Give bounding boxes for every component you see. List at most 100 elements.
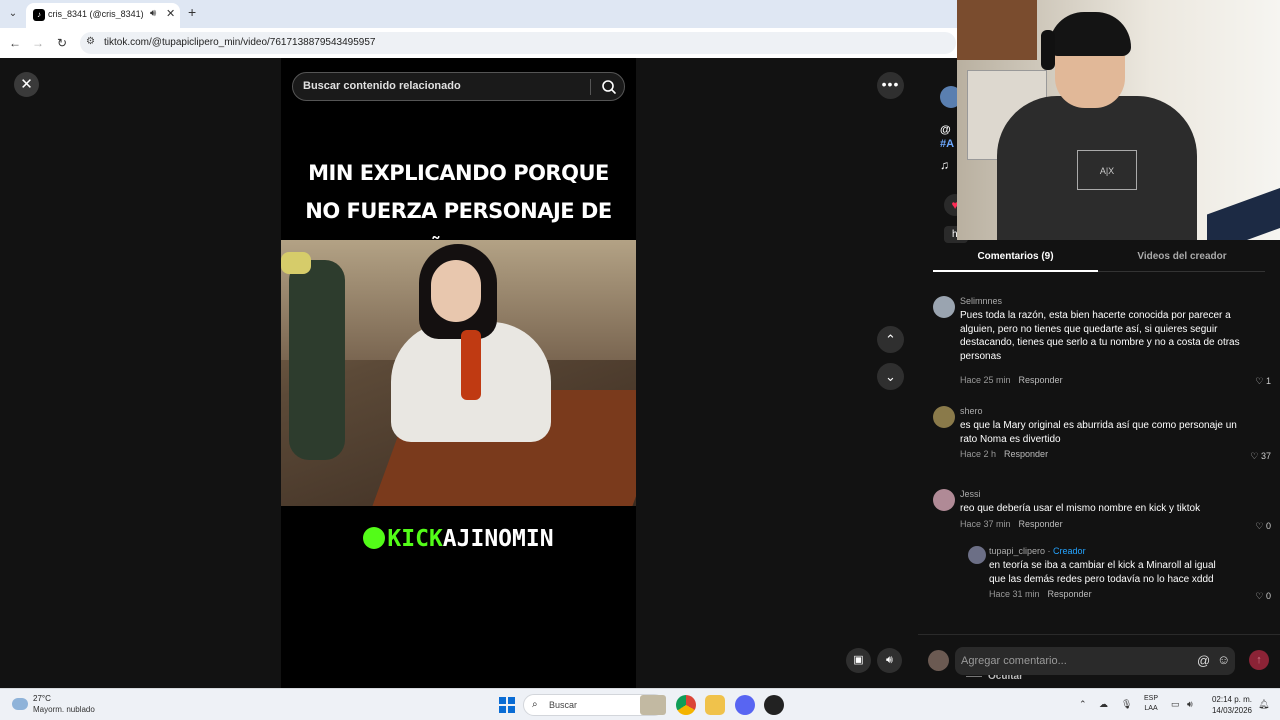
video-player[interactable]: MIN EXPLICANDO PORQUE NO FUERZA PERSONAJ… (281, 58, 636, 688)
avatar[interactable] (933, 296, 955, 318)
avatar[interactable] (933, 489, 955, 511)
reply-text: en teoría se iba a cambiar el kick a Min… (989, 560, 1216, 585)
reply-button[interactable]: Responder (1019, 519, 1063, 529)
new-tab-button[interactable]: + (188, 4, 196, 20)
music-note-icon[interactable]: ♫ (940, 158, 949, 172)
reply-user[interactable]: tupapi_clipero (989, 546, 1045, 556)
like-count: 0 (1265, 591, 1271, 601)
tab-search-icon[interactable]: ⌄ (4, 5, 22, 23)
windows-taskbar: 27°C Mayorm. nublado ⌕ Buscar ⌃ ☁ 🎙︎ ESP… (0, 688, 1280, 720)
search-icon: ⌕ (532, 699, 538, 710)
comment-username[interactable]: shero (960, 406, 983, 416)
emoji-icon[interactable]: ☺ (1217, 652, 1230, 667)
reply-username: tupapi_clipero · Creador (989, 546, 1086, 556)
comment-list: Selimnnes Pues toda la razón, esta bien … (918, 288, 1280, 682)
avatar[interactable] (928, 650, 949, 671)
comment-input[interactable] (955, 647, 1235, 675)
close-tab-icon[interactable]: ✕ (166, 7, 175, 20)
like-count: 1 (1265, 376, 1271, 386)
chevron-down-icon[interactable]: ⌄ (877, 363, 904, 390)
reply-item: tupapi_clipero · Creador en teoría se ib… (962, 546, 1273, 606)
microphone-icon[interactable]: 🎙︎ (1121, 699, 1132, 710)
comment-time: Hace 37 min (960, 519, 1011, 529)
comment-like[interactable]: ♡ 0 (1255, 521, 1271, 532)
search-input[interactable]: Buscar contenido relacionado (303, 80, 461, 92)
floating-player-icon[interactable]: ▣ (846, 648, 871, 673)
heart-icon[interactable]: ♡ (1255, 376, 1263, 386)
reply-button[interactable]: Responder (1048, 589, 1092, 599)
tray-chevron-up-icon[interactable]: ⌃ (1079, 699, 1087, 710)
video-caption-line1: MIN EXPLICANDO PORQUE (308, 161, 609, 185)
creator-badge: Creador (1053, 546, 1086, 556)
discord-icon[interactable] (735, 695, 755, 715)
separator: · (1045, 546, 1054, 556)
screen: ⌄ ♪ cris_8341 (@cris_8341) | TikTok 🔊︎ ✕… (0, 0, 1280, 720)
search-highlight-icon[interactable] (640, 695, 666, 715)
app-icon[interactable] (764, 695, 784, 715)
comment-meta: Hace 25 min Responder (960, 375, 1063, 385)
back-icon[interactable]: ← (6, 34, 24, 52)
like-count: 0 (1265, 521, 1271, 531)
lang-line2: LAA (1144, 705, 1158, 712)
comment-time: Hace 2 h (960, 449, 997, 459)
tab-creator-videos[interactable]: Videos del creador (1099, 244, 1265, 272)
weather-temp[interactable]: 27°C (33, 694, 51, 703)
reply-like[interactable]: ♡ 0 (1255, 591, 1271, 602)
hashtag-link[interactable]: #A (940, 138, 954, 150)
shirt-logo: A|X (1077, 150, 1137, 190)
like-count: 37 (1260, 451, 1271, 461)
comment-meta: Hace 2 h Responder (960, 449, 1048, 459)
video-frame (281, 240, 636, 506)
comment-username[interactable]: Selimnnes (960, 296, 1002, 306)
kick-logo-icon (363, 527, 386, 549)
more-options-icon[interactable]: ••• (877, 72, 904, 99)
kick-watermark: KICKAJINOMIN (281, 526, 636, 552)
address-bar[interactable]: ⚙ tiktok.com/@tupapiclipero_min/video/76… (80, 32, 956, 54)
panel-tabs: Comentarios (9) Videos del creador (933, 244, 1265, 272)
windows-start-icon[interactable] (499, 697, 515, 713)
weather-cloud-icon[interactable] (12, 698, 28, 710)
reply-button[interactable]: Responder (1019, 375, 1063, 385)
comment-username[interactable]: Jessi (960, 489, 981, 499)
taskbar-search-label: Buscar (549, 700, 578, 710)
reload-icon[interactable]: ↻ (53, 34, 71, 52)
site-info-icon[interactable]: ⚙ (86, 36, 95, 47)
chevron-up-icon[interactable]: ⌃ (877, 326, 904, 353)
heart-icon[interactable]: ♡ (1250, 451, 1258, 461)
search-divider (590, 79, 591, 95)
weather-desc[interactable]: Mayorm. nublado (33, 705, 95, 714)
comment-text: Pues toda la razón, esta bien hacerte co… (960, 310, 1240, 362)
clock-date: 14/03/2026 (1211, 706, 1252, 715)
tab-comments[interactable]: Comentarios (9) (933, 244, 1098, 272)
comment-like[interactable]: ♡ 37 (1250, 451, 1271, 462)
comment-text: es que la Mary original es aburrida así … (960, 420, 1237, 445)
avatar[interactable] (933, 406, 955, 428)
search-icon[interactable] (599, 77, 619, 97)
heart-icon[interactable]: ♡ (1255, 591, 1263, 601)
comment-composer: @ ☺ ↑ (918, 634, 1280, 688)
tiktok-icon: ♪ (33, 9, 45, 21)
webcam-overlay: A|X (957, 0, 1280, 240)
clock[interactable]: 02:14 p. m. 14/03/2026 (1208, 694, 1252, 716)
language-indicator[interactable]: ESP LAA (1144, 694, 1158, 714)
heart-icon[interactable]: ♡ (1255, 521, 1263, 531)
avatar[interactable] (968, 546, 986, 564)
speaker-icon[interactable]: 🔊︎ (1187, 699, 1193, 710)
mention-icon[interactable]: @ (1197, 653, 1210, 668)
browser-tab[interactable]: ♪ cris_8341 (@cris_8341) | TikTok 🔊︎ ✕ (26, 3, 180, 28)
close-icon[interactable]: ✕ (14, 72, 39, 97)
network-icon[interactable]: ▭ (1171, 699, 1180, 710)
comment-text: reo que debería usar el mismo nombre en … (960, 503, 1201, 514)
reply-button[interactable]: Responder (1004, 449, 1048, 459)
send-icon[interactable]: ↑ (1249, 650, 1269, 670)
comment-like[interactable]: ♡ 1 (1255, 376, 1271, 387)
speaker-icon[interactable]: 🔊︎ (150, 8, 156, 19)
tray-cloud-icon[interactable]: ☁ (1099, 699, 1108, 710)
notification-icon[interactable]: 🔔︎ (1258, 699, 1269, 710)
related-search[interactable]: Buscar contenido relacionado (292, 72, 625, 101)
author-handle[interactable]: @ (940, 124, 951, 136)
file-explorer-icon[interactable] (705, 695, 725, 715)
volume-icon[interactable]: 🔊︎ (877, 648, 902, 673)
forward-icon[interactable]: → (29, 34, 47, 52)
chrome-icon[interactable] (676, 695, 696, 715)
